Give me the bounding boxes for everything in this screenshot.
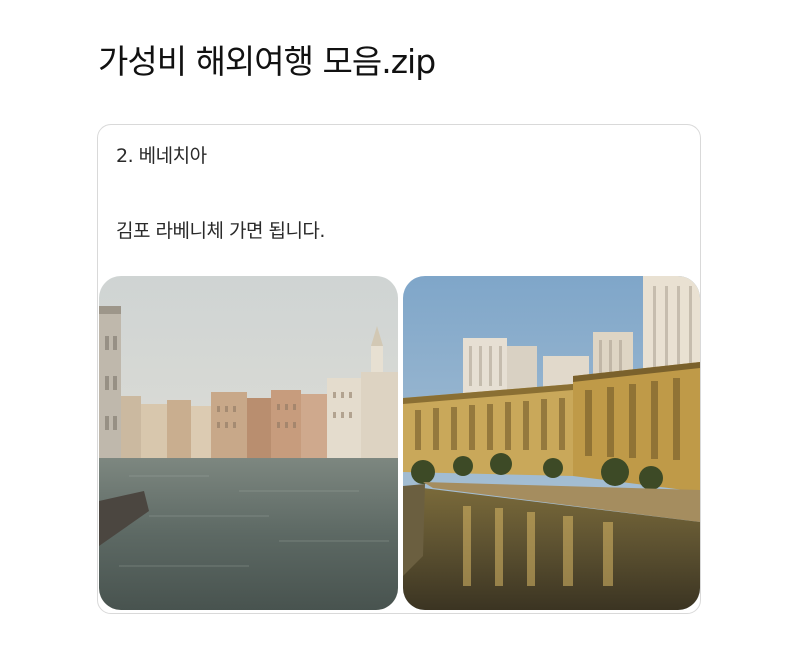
card-heading: 2. 베네치아 [116, 145, 207, 167]
post-title: 가성비 해외여행 모음.zip [98, 42, 436, 81]
gimpo-canal-illustration [403, 276, 700, 610]
venice-canal-illustration [99, 276, 398, 610]
venice-canal-photo[interactable] [99, 276, 398, 610]
card-body-text: 김포 라베니체 가면 됩니다. [116, 220, 325, 242]
gimpo-canal-photo[interactable] [403, 276, 700, 610]
